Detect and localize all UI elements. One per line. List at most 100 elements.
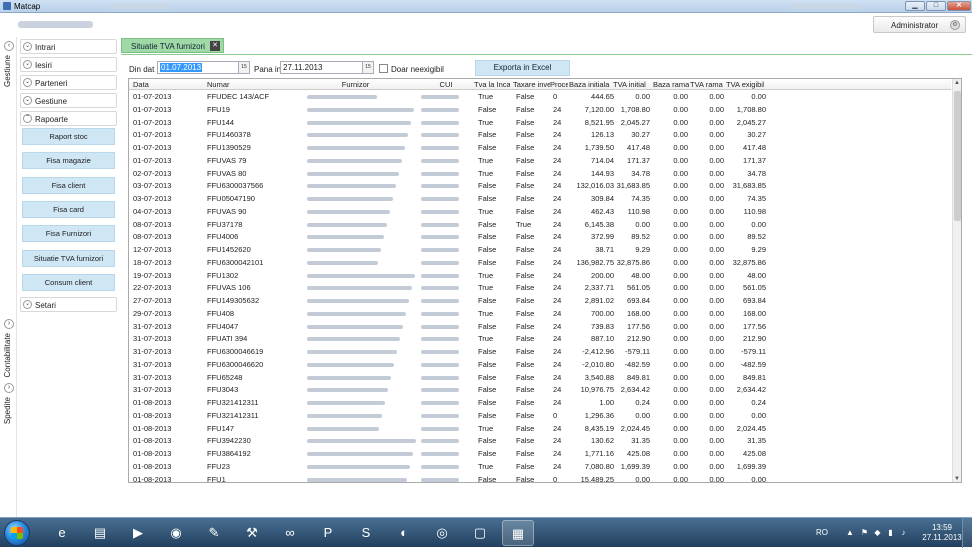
table-row[interactable]: 12-07-2013 FFU1452620 False False 24 38.71 9.2… (129, 244, 951, 257)
nav-section-gestiune[interactable]: ⌄ Gestiune (20, 93, 117, 108)
column-header[interactable]: Baza rama (653, 80, 689, 89)
expand-spedite-icon[interactable]: › (4, 383, 14, 393)
app-window-icon[interactable]: ▢ (464, 520, 496, 546)
table-row[interactable]: 27-07-2013 FFU149305632 False False 24 2,891.… (129, 295, 951, 308)
table-row[interactable]: 29-07-2013 FFU408 True False 24 700.00 168.00 0… (129, 308, 951, 321)
table-row[interactable]: 01-08-2013 FFU321412311 False False 0 1,296.3… (129, 410, 951, 423)
nav-item-fisa-card[interactable]: Fisa card (22, 201, 115, 218)
user-settings-icon[interactable]: ⚙ (950, 20, 960, 30)
table-row[interactable]: 01-08-2013 FFU3864192 False False 24 1,771.16… (129, 448, 951, 461)
column-header[interactable]: CUI (421, 80, 471, 89)
column-header[interactable]: Numar (207, 80, 269, 89)
export-excel-button[interactable]: Exporta in Excel (475, 60, 570, 76)
clock[interactable]: 13:59 27.11.2013 (922, 523, 962, 543)
paint-icon[interactable]: ✎ (198, 520, 230, 546)
nav-section-intrari[interactable]: ⌄ Intrari (20, 39, 117, 54)
collapse-gestiune-icon[interactable]: ‹ (4, 41, 14, 51)
media-player-icon[interactable]: ▶ (122, 520, 154, 546)
expand-contabilitate-icon[interactable]: › (4, 319, 14, 329)
table-row[interactable]: 01-08-2013 FFU321412311 False False 24 1.00 0.… (129, 397, 951, 410)
table-row[interactable]: 31-07-2013 FFU4047 False False 24 739.83 177.5… (129, 321, 951, 334)
table-row[interactable]: 01-07-2013 FFU1460378 False False 24 126.13 30… (129, 129, 951, 142)
column-header[interactable]: TVA exigibil (726, 80, 764, 89)
minimize-button[interactable]: ▁ (905, 1, 925, 11)
nav-item-fisa-furnizori[interactable]: Fisa Furnizori (22, 225, 115, 242)
scroll-down-icon[interactable]: ▼ (954, 476, 960, 482)
table-row[interactable]: 19-07-2013 FFU1302 True False 24 200.00 48.00 0… (129, 270, 951, 283)
close-tab-icon[interactable]: ✕ (210, 41, 220, 51)
matcap-taskbar-icon[interactable]: ▦ (502, 520, 534, 546)
table-row[interactable]: 08-07-2013 FFU37178 False True 24 6,145.38 0.0… (129, 219, 951, 232)
nav-item-fisa-client[interactable]: Fisa client (22, 177, 115, 194)
powerpoint-icon[interactable]: P (312, 520, 344, 546)
maximize-button[interactable]: □ (926, 1, 946, 11)
explorer-folder-icon[interactable]: ▤ (84, 520, 116, 546)
column-header[interactable]: TVA initial (613, 80, 651, 89)
volume-icon[interactable]: ♪ (899, 528, 908, 537)
language-indicator[interactable]: RO (816, 528, 828, 537)
tab-situatie-tva-furnizori[interactable]: Situatie TVA furnizori ✕ (121, 38, 224, 53)
tva-grid[interactable]: Data Numar Furnizor CUI Tva la Inca Taxare in… (128, 78, 962, 483)
show-desktop-button[interactable] (962, 518, 972, 548)
ie-icon[interactable]: e (46, 520, 78, 546)
close-window-button[interactable]: ✕ (947, 1, 971, 11)
network-icon[interactable]: ▮ (886, 528, 895, 537)
nav-section-parteneri[interactable]: ⌄ Parteneri (20, 75, 117, 90)
table-row[interactable]: 31-07-2013 FFUATI 394 True False 24 887.10 212… (129, 333, 951, 346)
column-header[interactable]: Tva la Inca (474, 80, 510, 89)
table-row[interactable]: 01-08-2013 FFU23 True False 24 7,080.80 1,699.… (129, 461, 951, 474)
only-unpaid-checkbox[interactable] (379, 64, 388, 73)
nav-section-rapoarte[interactable]: ⌃ Rapoarte (20, 111, 117, 126)
nav-section-setari[interactable]: ⌄ Setari (20, 297, 117, 312)
nav-item-fisa-magazie[interactable]: Fisa magazie (22, 152, 115, 169)
tools-icon[interactable]: ⚒ (236, 520, 268, 546)
scroll-up-icon[interactable]: ▲ (954, 80, 960, 86)
tray-expand-icon[interactable]: ▲ (846, 528, 854, 537)
table-row[interactable]: 01-08-2013 FFU1 False False 0 15,489.25 0.00 0.… (129, 474, 951, 483)
table-row[interactable]: 03-07-2013 FFU05047190 False False 24 309.84 7… (129, 193, 951, 206)
browser-icon[interactable]: ◎ (426, 520, 458, 546)
rail-gestiune[interactable]: Gestiune (3, 55, 12, 87)
table-row[interactable]: 04-07-2013 FFUVAS 90 True False 24 462.43 110.… (129, 206, 951, 219)
rail-spedite[interactable]: Spedite (3, 397, 12, 424)
table-row[interactable]: 03-07-2013 FFU6300037566 False False 24 132,0… (129, 180, 951, 193)
table-row[interactable]: 01-07-2013 FFUVAS 79 True False 24 714.04 171.… (129, 155, 951, 168)
column-header[interactable]: Furnizor (293, 80, 418, 89)
nav-item-consum-client[interactable]: Consum client (22, 274, 115, 291)
flag-icon[interactable]: ⚑ (860, 528, 869, 537)
table-row[interactable]: 31-07-2013 FFU6300046620 False False 24 -2,01… (129, 359, 951, 372)
start-button[interactable] (4, 520, 30, 546)
column-header[interactable]: Baza initiala (569, 80, 610, 89)
calendar-icon[interactable]: 15 (362, 62, 373, 73)
user-menu-button[interactable]: Administrator ⚙ (873, 16, 966, 33)
from-date-input[interactable]: 01.07.2013 15 (157, 61, 250, 74)
table-row[interactable]: 02-07-2013 FFUVAS 80 True False 24 144.93 34.7… (129, 168, 951, 181)
table-row[interactable]: 01-08-2013 FFU3942230 False False 24 130.62 31… (129, 435, 951, 448)
firefox-icon[interactable]: ◐ (388, 520, 420, 546)
column-header[interactable]: Data (133, 80, 193, 89)
chrome-icon[interactable]: ◉ (160, 520, 192, 546)
to-date-input[interactable]: 27.11.2013 15 (280, 61, 374, 74)
table-row[interactable]: 01-07-2013 FFU1390529 False False 24 1,739.50… (129, 142, 951, 155)
table-row[interactable]: 01-07-2013 FFUDEC 143/ACF True False 0 444.65… (129, 91, 951, 104)
skype-icon[interactable]: S (350, 520, 382, 546)
table-row[interactable]: 01-08-2013 FFU147 True False 24 8,435.19 2,024… (129, 423, 951, 436)
table-row[interactable]: 18-07-2013 FFU6300042101 False False 24 136,9… (129, 257, 951, 270)
scroll-thumb[interactable] (954, 91, 961, 221)
table-row[interactable]: 01-07-2013 FFU144 True False 24 8,521.95 2,045… (129, 117, 951, 130)
nav-item-raport-stoc[interactable]: Raport stoc (22, 128, 115, 145)
visual-studio-icon[interactable]: ∞ (274, 520, 306, 546)
vertical-scrollbar[interactable]: ▲ ▼ (952, 79, 961, 482)
column-header[interactable]: Proce (550, 80, 568, 89)
nav-section-iesiri[interactable]: ⌄ Iesiri (20, 57, 117, 72)
calendar-icon[interactable]: 15 (238, 62, 249, 73)
table-row[interactable]: 01-07-2013 FFU19 False False 24 7,120.00 1,708… (129, 104, 951, 117)
rail-contabilitate[interactable]: Contabilitate (3, 333, 12, 377)
nav-item-situatie-tva-furnizori[interactable]: Situatie TVA furnizori (22, 250, 115, 267)
table-row[interactable]: 31-07-2013 FFU65248 False False 24 3,540.88 84… (129, 372, 951, 385)
column-header[interactable]: TVA rama (690, 80, 724, 89)
table-row[interactable]: 31-07-2013 FFU6300046619 False False 24 -2,41… (129, 346, 951, 359)
table-row[interactable]: 22-07-2013 FFUVAS 106 True False 24 2,337.71 5… (129, 282, 951, 295)
column-header[interactable]: Taxare inve (513, 80, 550, 89)
table-row[interactable]: 31-07-2013 FFU3043 False False 24 10,976.75 2,… (129, 384, 951, 397)
